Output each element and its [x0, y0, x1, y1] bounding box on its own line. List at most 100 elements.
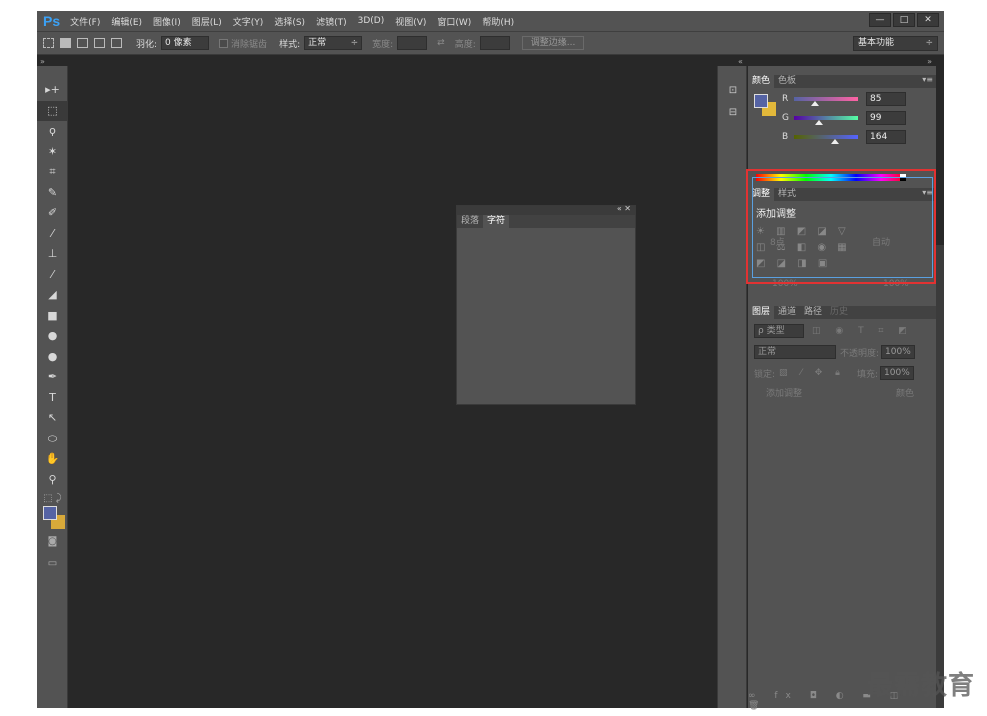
collapse-icon[interactable]: »	[40, 57, 45, 66]
crop-tool-icon[interactable]: ⌗	[37, 162, 68, 183]
type-tool-icon[interactable]: T	[37, 388, 68, 409]
shape-tool-icon[interactable]: ⬭	[37, 429, 68, 450]
options-bar: 羽化: 0 像素 消除锯齿 样式: 正常 宽度: ⇄ 高度: 调整边缘... 基…	[37, 31, 944, 55]
brush-tool-icon[interactable]: ⁄	[37, 224, 68, 245]
menu-help[interactable]: 帮助(H)	[482, 15, 514, 28]
pen-tool-icon[interactable]: ✒	[37, 367, 68, 388]
red-slider-thumb[interactable]	[811, 101, 820, 106]
refine-edge-button[interactable]: 调整边缘...	[521, 36, 585, 50]
green-slider-thumb[interactable]	[814, 120, 823, 125]
healing-brush-tool-icon[interactable]: ✐	[37, 203, 68, 224]
tab-paragraph[interactable]: 段落	[457, 215, 483, 228]
screen-mode-icon[interactable]: ▭	[37, 558, 68, 569]
filter-icons[interactable]: ◫ ◉ T ⌗ ◩	[812, 326, 913, 336]
menu-type[interactable]: 文字(Y)	[233, 15, 264, 28]
feather-label: 羽化:	[136, 39, 158, 50]
menu-window[interactable]: 窗口(W)	[437, 15, 471, 28]
gradient-tool-icon[interactable]: ■	[37, 306, 68, 327]
blend-mode-select[interactable]: 正常	[754, 345, 836, 359]
tab-swatches[interactable]: 色板	[774, 75, 800, 88]
add-selection-icon[interactable]	[77, 38, 88, 48]
dodge-tool-icon[interactable]: ●	[37, 347, 68, 368]
blue-value[interactable]: 164	[866, 130, 906, 144]
eyedropper-tool-icon[interactable]: ✎	[37, 183, 68, 204]
fill-label: 填充:	[856, 369, 879, 380]
menu-file[interactable]: 文件(F)	[70, 15, 100, 28]
red-slider[interactable]	[794, 97, 858, 106]
subtract-selection-icon[interactable]	[94, 38, 105, 48]
swap-icon[interactable]: ⇄	[437, 38, 445, 48]
height-input[interactable]	[479, 36, 510, 50]
lock-icons[interactable]: ▧ ⁄ ✥ 🔒︎	[779, 368, 845, 378]
expand-icon[interactable]: »	[927, 57, 932, 66]
menu-edit[interactable]: 编辑(E)	[111, 15, 142, 28]
blue-slider[interactable]	[794, 135, 858, 144]
red-value[interactable]: 85	[866, 92, 906, 106]
tab-layers[interactable]: 图层	[748, 306, 775, 319]
maximize-button[interactable]: □	[893, 13, 915, 27]
panel-header[interactable]: « ✕	[457, 204, 635, 215]
opacity-input[interactable]: 100%	[881, 345, 915, 359]
blue-slider-thumb[interactable]	[831, 139, 840, 144]
tools-panel: » ▸+ ⬚ ϙ ✶ ⌗ ✎ ✐ ⁄ ⊥ ⁄ ◢ ■ ● ● ✒ T ↖ ⬭ ✋…	[37, 57, 68, 708]
history-brush-tool-icon[interactable]: ⁄	[37, 265, 68, 286]
marquee-tool-icon[interactable]: ⬚	[37, 100, 68, 121]
magic-wand-tool-icon[interactable]: ✶	[37, 142, 68, 163]
lock-row: 锁定: ▧ ⁄ ✥ 🔒︎ 填充: 100%	[754, 364, 930, 382]
antialias-label: 消除锯齿	[231, 39, 268, 50]
swap-colors-icon[interactable]: ⬚ ⤸	[37, 493, 68, 504]
panel-menu-icon[interactable]: ▾≡	[922, 75, 933, 84]
collapse-icon[interactable]: «	[738, 57, 743, 66]
eraser-tool-icon[interactable]: ◢	[37, 285, 68, 306]
layers-panel: ρ 类型 ◫ ◉ T ⌗ ◩ 正常 不透明度: 100% 锁定: ▧ ⁄ ✥ 🔒…	[748, 322, 936, 412]
workspace-select[interactable]: 基本功能	[853, 36, 938, 51]
fill-input[interactable]: 100%	[880, 366, 914, 380]
intersect-selection-icon[interactable]	[111, 38, 122, 48]
layers-panel-tabs: 图层 通道 路径 历史	[748, 306, 936, 319]
foreground-color-swatch[interactable]	[43, 506, 57, 520]
feather-input[interactable]: 0 像素	[161, 36, 210, 50]
panel-dock: » 颜色 色板 ▾≡ R 85 G 99 B 164 调整 样式 ▾≡ 添加调整…	[748, 57, 936, 711]
menu-view[interactable]: 视图(V)	[395, 15, 426, 28]
minimize-button[interactable]: —	[869, 13, 891, 27]
panel-scrollbar[interactable]	[936, 245, 944, 708]
path-selection-tool-icon[interactable]: ↖	[37, 408, 68, 429]
properties-panel-icon[interactable]: ⊟	[718, 102, 748, 124]
ghost-history-tab: 历史	[830, 307, 849, 317]
lasso-tool-icon[interactable]: ϙ	[37, 121, 68, 142]
menu-select[interactable]: 选择(S)	[274, 15, 305, 28]
panel-tabs: 段落 字符	[457, 215, 635, 228]
tab-color[interactable]: 颜色	[748, 75, 775, 88]
lock-label: 锁定:	[754, 369, 776, 380]
close-button[interactable]: ✕	[917, 13, 939, 27]
menu-3d[interactable]: 3D(D)	[358, 16, 385, 26]
tab-channels[interactable]: 通道	[774, 306, 800, 319]
marquee-preset-icon[interactable]	[43, 38, 54, 48]
menu-filter[interactable]: 滤镜(T)	[316, 15, 347, 28]
layer-kind-filter[interactable]: ρ 类型	[754, 324, 804, 338]
new-selection-icon[interactable]	[60, 38, 71, 48]
photoshop-window: Ps 文件(F) 编辑(E) 图像(I) 图层(L) 文字(Y) 选择(S) 滤…	[37, 11, 944, 711]
history-panel-icon[interactable]: ⊡	[718, 80, 748, 102]
character-panel: « ✕ 段落 字符	[456, 204, 636, 405]
blur-tool-icon[interactable]: ●	[37, 326, 68, 347]
quick-mask-icon[interactable]: ◙	[37, 536, 68, 547]
clone-stamp-tool-icon[interactable]: ⊥	[37, 244, 68, 265]
green-value[interactable]: 99	[866, 111, 906, 125]
zoom-tool-icon[interactable]: ⚲	[37, 470, 68, 491]
panel-controls[interactable]: « ✕	[617, 204, 631, 213]
red-label: R	[782, 94, 789, 104]
hand-tool-icon[interactable]: ✋	[37, 449, 68, 470]
blue-channel: B 164	[782, 130, 906, 144]
style-select[interactable]: 正常	[304, 36, 363, 50]
green-slider[interactable]	[794, 116, 858, 125]
color-foreground-swatch[interactable]	[754, 94, 768, 108]
antialias-checkbox[interactable]	[219, 38, 229, 48]
width-input[interactable]	[397, 36, 428, 50]
menu-image[interactable]: 图像(I)	[153, 15, 181, 28]
move-tool-icon[interactable]: ▸+	[37, 80, 68, 101]
panel-icon-strip: « ⊡ ⊟	[717, 57, 748, 708]
menu-layer[interactable]: 图层(L)	[192, 15, 222, 28]
tab-character[interactable]: 字符	[483, 215, 510, 228]
tab-paths[interactable]: 路径	[800, 306, 826, 319]
